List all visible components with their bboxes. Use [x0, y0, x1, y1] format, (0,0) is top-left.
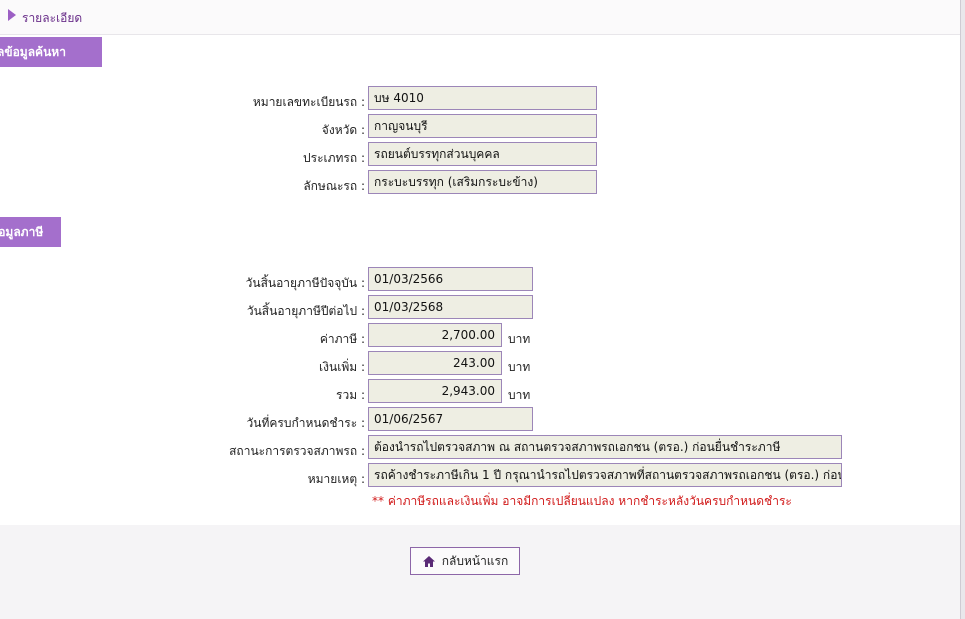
total-unit: บาท	[508, 388, 531, 402]
vehicle-type-field: รถยนต์บรรทุกส่วนบุคคล	[368, 142, 597, 166]
scrollbar-edge[interactable]	[960, 0, 965, 619]
inspection-status-field: ต้องนำรถไปตรวจสภาพ ณ สถานตรวจสภาพรถเอกชน…	[368, 435, 842, 459]
body-type-field: กระบะบรรทุก (เสริมกระบะข้าง)	[368, 170, 597, 194]
home-button-label: กลับหน้าแรก	[441, 553, 509, 568]
section-header-tax: ข้อมูลภาษี	[0, 217, 61, 247]
plate-label: หมายเลขทะเบียนรถ :	[252, 95, 365, 109]
breadcrumb-title: รายละเอียด	[22, 11, 83, 25]
next-expiry-label: วันสิ้นอายุภาษีปีต่อไป :	[246, 304, 365, 318]
triangle-right-icon	[8, 9, 16, 21]
surcharge-unit: บาท	[508, 360, 531, 374]
tax-amount-field: 2,700.00	[368, 323, 502, 347]
due-date-field: 01/06/2567	[368, 407, 533, 431]
plate-field: บษ 4010	[368, 86, 597, 110]
tax-change-note: ** ค่าภาษีรถและเงินเพิ่ม อาจมีการเปลี่ยน…	[372, 494, 792, 508]
remark-label: หมายเหตุ :	[307, 472, 365, 486]
current-expiry-field: 01/03/2566	[368, 267, 533, 291]
tax-amount-unit: บาท	[508, 332, 531, 346]
current-expiry-label: วันสิ้นอายุภาษีปัจจุบัน :	[245, 276, 365, 290]
due-date-label: วันที่ครบกำหนดชำระ :	[246, 416, 365, 430]
body-type-label: ลักษณะรถ :	[303, 179, 365, 193]
remark-field: รถค้างชำระภาษีเกิน 1 ปี กรุณานำรถไปตรวจส…	[368, 463, 842, 487]
vehicle-type-label: ประเภทรถ :	[303, 151, 365, 165]
breadcrumb-bar: รายละเอียด	[0, 0, 960, 35]
province-field: กาญจนบุรี	[368, 114, 597, 138]
home-icon	[422, 555, 436, 568]
inspection-status-label: สถานะการตรวจสภาพรถ :	[229, 444, 365, 458]
surcharge-field: 243.00	[368, 351, 502, 375]
section-header-search-result: ผลข้อมูลค้นหา	[0, 37, 102, 67]
next-expiry-field: 01/03/2568	[368, 295, 533, 319]
surcharge-label: เงินเพิ่ม :	[319, 360, 365, 374]
province-label: จังหวัด :	[321, 123, 365, 137]
home-button[interactable]: กลับหน้าแรก	[410, 547, 520, 575]
tax-amount-label: ค่าภาษี :	[319, 332, 365, 346]
total-field: 2,943.00	[368, 379, 502, 403]
total-label: รวม :	[336, 388, 365, 402]
